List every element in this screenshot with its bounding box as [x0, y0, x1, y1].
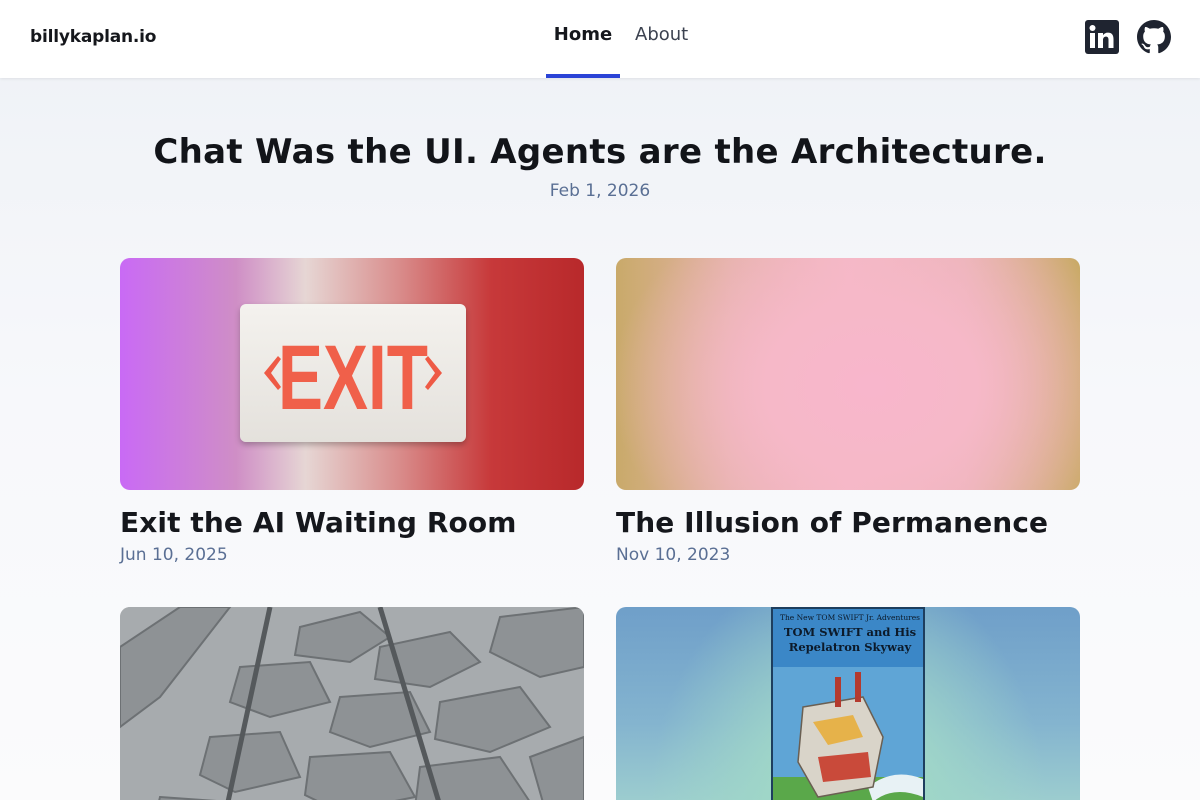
post-card-title[interactable]: Exit the AI Waiting Room: [120, 506, 584, 539]
post-card[interactable]: EXIT Exit the AI Waiting Room Jun 10, 20…: [120, 258, 584, 565]
post-card-date: Nov 10, 2023: [616, 545, 731, 565]
github-icon: [1137, 20, 1171, 54]
book-cover-kicker: The New TOM SWIFT Jr. Adventures: [779, 613, 921, 622]
exit-sign: EXIT: [240, 304, 466, 442]
book-cover-image[interactable]: The New TOM SWIFT Jr. Adventures TOM SWI…: [616, 607, 1080, 800]
linkedin-icon: [1085, 20, 1119, 54]
exit-sign-image[interactable]: EXIT: [120, 258, 584, 490]
nav-link-home-label: Home: [553, 24, 613, 45]
book-cover-illustration: [773, 667, 923, 800]
post-card[interactable]: [120, 607, 584, 800]
post-card[interactable]: The New TOM SWIFT Jr. Adventures TOM SWI…: [616, 607, 1080, 800]
top-navbar: billykaplan.io Home About: [0, 0, 1200, 78]
book-cover-title: TOM SWIFT and His Repelatron Skyway: [783, 625, 917, 654]
nav-link-about[interactable]: About: [635, 24, 688, 78]
nav-link-home[interactable]: Home: [546, 24, 620, 78]
site-brand-link[interactable]: billykaplan.io: [30, 27, 156, 47]
github-link[interactable]: [1137, 20, 1171, 54]
post-card-date: Jun 10, 2025: [120, 545, 228, 565]
linkedin-link[interactable]: [1085, 20, 1119, 54]
exit-sign-text: EXIT: [278, 327, 428, 429]
book-cover: The New TOM SWIFT Jr. Adventures TOM SWI…: [771, 607, 925, 800]
stone-road-graphic: [120, 607, 584, 800]
stone-road-image[interactable]: [120, 607, 584, 800]
exit-sign-graphic: EXIT: [264, 327, 442, 429]
pink-gradient-image[interactable]: [616, 258, 1080, 490]
featured-post-date: Feb 1, 2026: [549, 181, 651, 201]
active-nav-indicator: [546, 74, 620, 78]
post-card-title[interactable]: The Illusion of Permanence: [616, 506, 1080, 539]
post-card[interactable]: The Illusion of Permanence Nov 10, 2023: [616, 258, 1080, 565]
featured-post-title[interactable]: Chat Was the UI. Agents are the Architec…: [0, 132, 1200, 172]
